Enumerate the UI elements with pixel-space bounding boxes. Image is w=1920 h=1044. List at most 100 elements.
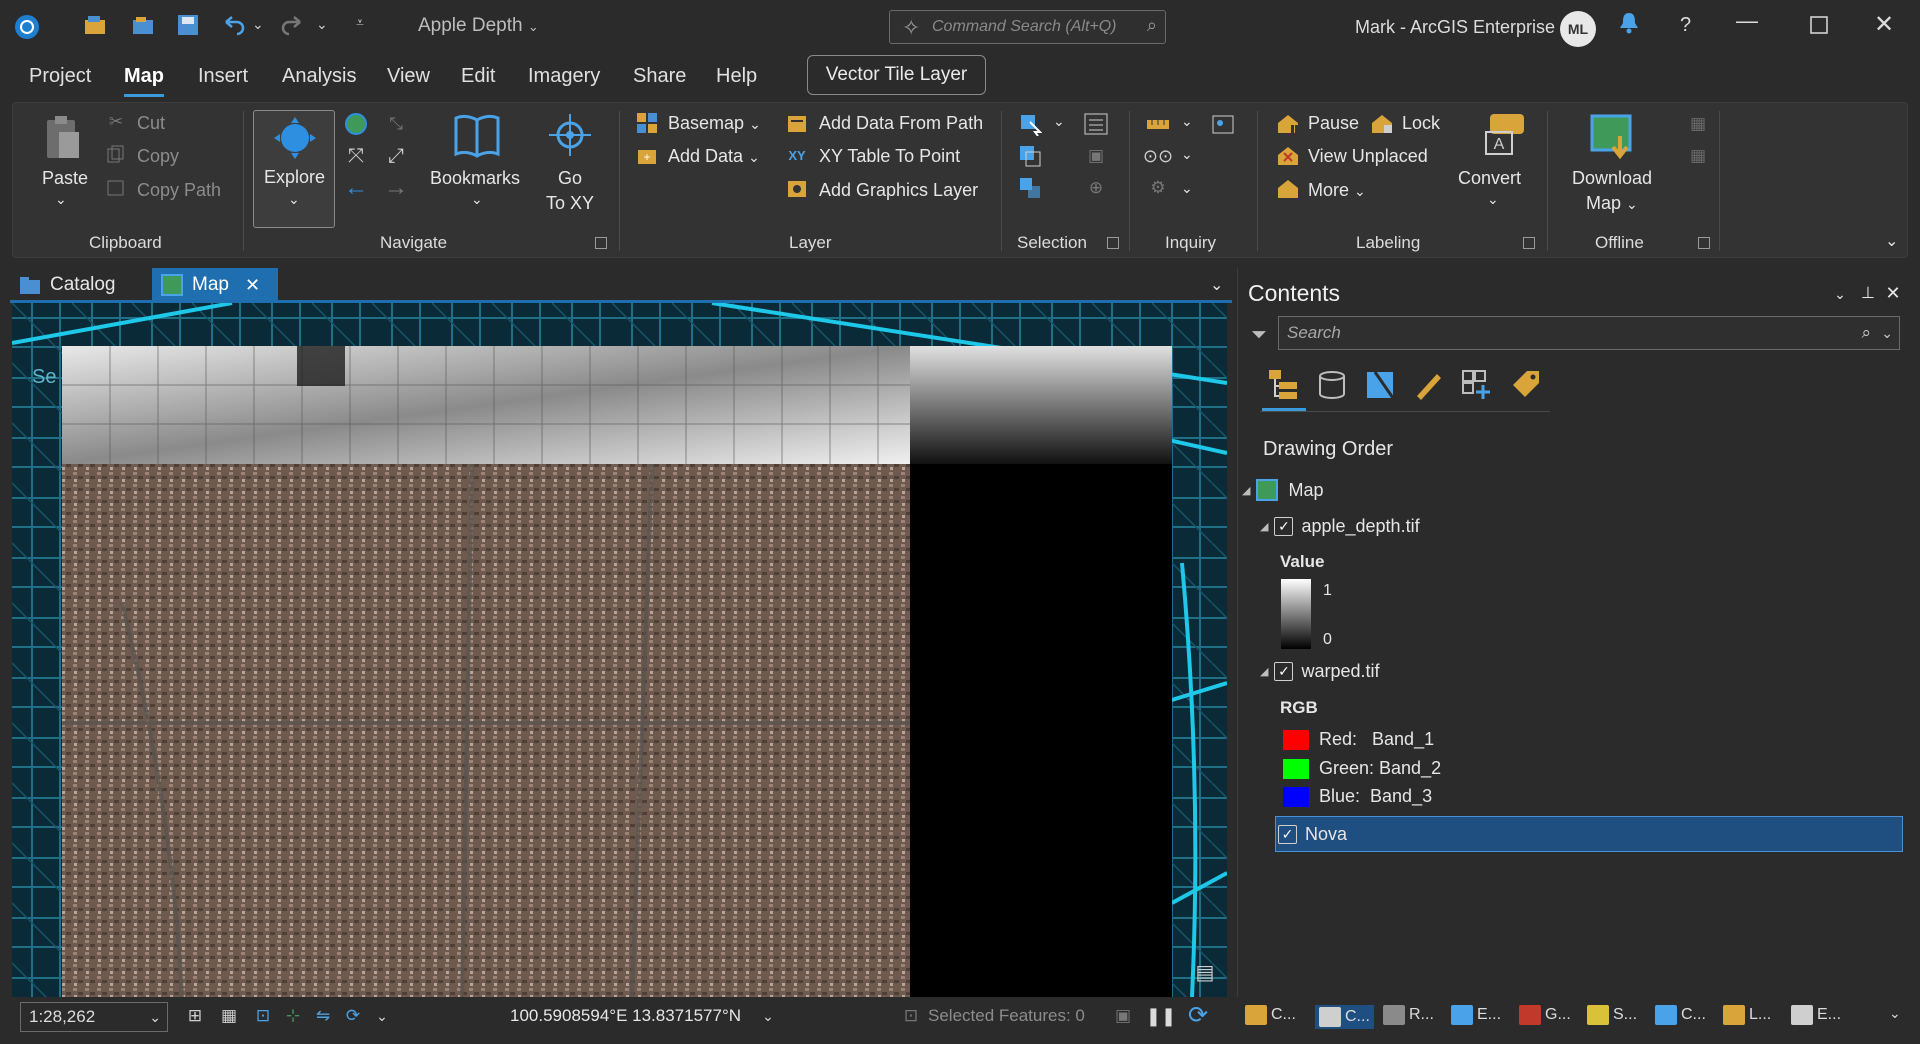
pane-tab-element[interactable]: E... <box>1791 1005 1841 1025</box>
more-labeling-button[interactable]: More ⌄ <box>1308 180 1366 201</box>
refresh-units-icon[interactable]: ⟳ <box>340 1003 366 1029</box>
convert-dropdown-icon[interactable]: ⌄ <box>1487 191 1499 208</box>
copy-button[interactable]: Copy <box>137 146 179 167</box>
collapse-triangle-icon[interactable]: ◢ <box>1260 665 1268 678</box>
full-extent-globe-icon[interactable] <box>343 111 369 137</box>
list-by-labeling-icon[interactable] <box>1508 368 1542 402</box>
constraints-icon[interactable]: ⊡ <box>250 1003 276 1029</box>
measure-dropdown-icon[interactable]: ⌄ <box>1181 113 1193 130</box>
select-by-attributes-icon[interactable] <box>1017 143 1043 169</box>
directions-dropdown-icon[interactable]: ⌄ <box>1181 180 1193 197</box>
add-data-from-path-button[interactable]: Add Data From Path <box>819 113 983 134</box>
tab-map[interactable]: Map <box>124 65 164 97</box>
measure-icon[interactable] <box>1145 111 1171 137</box>
minimize-icon[interactable]: — <box>1736 8 1758 34</box>
select-icon[interactable] <box>1017 111 1043 137</box>
contents-search-input[interactable]: Search ⌕ ⌄ <box>1278 316 1900 350</box>
pause-drawing-icon[interactable]: ❚❚ <box>1146 1003 1176 1029</box>
clear-selection-icon[interactable]: ▣ <box>1083 143 1109 169</box>
new-project-icon[interactable] <box>82 12 108 38</box>
close-pane-icon[interactable]: ✕ <box>1882 282 1904 304</box>
coordinate-dropdown-icon[interactable]: ⌄ <box>758 1003 778 1029</box>
map-view[interactable]: Se ▤ <box>12 303 1227 997</box>
pane-tab-catalog[interactable]: C... <box>1315 1005 1374 1029</box>
xy-table-to-point-button[interactable]: XY Table To Point <box>819 146 960 167</box>
bookmarks-button[interactable]: Bookmarks <box>430 168 520 189</box>
undo-icon[interactable] <box>220 12 246 38</box>
locate-icon[interactable] <box>1211 111 1237 137</box>
notifications-bell-icon[interactable] <box>1617 10 1641 42</box>
navigate-launcher-icon[interactable] <box>595 237 607 249</box>
copy-path-button[interactable]: Copy Path <box>137 180 221 201</box>
remove-offline-icon[interactable]: ▦ <box>1685 143 1711 169</box>
list-by-editing-icon[interactable] <box>1412 368 1444 402</box>
directions-icon[interactable]: ⚙ <box>1145 175 1171 201</box>
select-dropdown-icon[interactable]: ⌄ <box>1053 113 1065 130</box>
map-tool-icon[interactable]: ▤ <box>1190 958 1220 986</box>
layer-apple-depth[interactable]: ◢ ✓ apple_depth.tif <box>1260 516 1420 537</box>
list-by-snapping-icon[interactable] <box>1460 368 1494 402</box>
add-data-button[interactable]: Add Data ⌄ <box>668 146 760 167</box>
convert-labels-icon[interactable]: A <box>1481 111 1529 159</box>
next-extent-icon[interactable]: → <box>383 174 409 201</box>
attributes-icon[interactable] <box>1083 111 1109 137</box>
paste-button[interactable]: Paste <box>42 168 88 189</box>
undo-dropdown-icon[interactable]: ⌄ <box>252 16 264 33</box>
tab-project[interactable]: Project <box>29 65 91 88</box>
layer-visibility-checkbox[interactable]: ✓ <box>1274 662 1294 681</box>
tab-insert[interactable]: Insert <box>198 65 248 88</box>
pane-options-dropdown-icon[interactable]: ⌄ <box>1830 284 1850 304</box>
explore-button[interactable]: Explore ⌄ <box>253 110 335 228</box>
bookmarks-dropdown-icon[interactable]: ⌄ <box>471 191 483 208</box>
filter-icon[interactable]: ⏷ <box>1246 322 1272 348</box>
pane-tab-labeling[interactable]: L... <box>1723 1005 1771 1025</box>
user-portal-label[interactable]: Mark - ArcGIS Enterprise <box>1355 17 1555 38</box>
pin-icon[interactable]: ⊥ <box>1858 282 1878 304</box>
download-map-button-line1[interactable]: Download <box>1572 168 1652 189</box>
tab-map-view[interactable]: Map ✕ <box>152 268 278 302</box>
close-icon[interactable]: ✕ <box>1874 10 1894 39</box>
collapse-triangle-icon[interactable]: ◢ <box>1242 484 1250 497</box>
list-by-selection-icon[interactable] <box>1364 368 1396 402</box>
download-map-icon[interactable] <box>1587 111 1639 161</box>
refresh-icon[interactable]: ⟳ <box>1184 1001 1212 1029</box>
list-by-data-source-icon[interactable] <box>1316 368 1348 402</box>
zoom-out-fixed-icon[interactable]: ⤢ <box>383 143 409 169</box>
infographics-dropdown-icon[interactable]: ⌄ <box>1181 146 1193 163</box>
add-graphics-layer-button[interactable]: Add Graphics Layer <box>819 180 978 201</box>
infographics-binoculars-icon[interactable]: ⊙⊙ <box>1143 143 1173 169</box>
scale-selector[interactable]: 1:28,262 ⌄ <box>20 1002 168 1032</box>
map-canvas[interactable]: Se <box>12 303 1227 997</box>
layer-nova[interactable]: ✓ Nova <box>1278 824 1347 845</box>
save-project-icon[interactable] <box>175 12 201 38</box>
project-title[interactable]: Apple Depth ⌄ <box>418 15 539 37</box>
layer-warped[interactable]: ◢ ✓ warped.tif <box>1260 661 1380 682</box>
basemap-button[interactable]: Basemap ⌄ <box>668 113 761 134</box>
open-project-icon[interactable] <box>130 12 156 38</box>
cut-button[interactable]: Cut <box>137 113 165 134</box>
tab-help[interactable]: Help <box>716 65 757 88</box>
paste-icon[interactable] <box>41 113 85 163</box>
avatar[interactable]: ML <box>1560 11 1596 47</box>
layer-visibility-checkbox[interactable]: ✓ <box>1278 825 1297 844</box>
pane-tab-raster-functions[interactable]: R... <box>1383 1005 1434 1025</box>
pane-tab-symbology[interactable]: S... <box>1587 1005 1637 1025</box>
list-by-drawing-order-icon[interactable] <box>1266 366 1300 404</box>
command-search-input[interactable]: ✧ Command Search (Alt+Q) ⌕ <box>889 10 1166 44</box>
close-tab-icon[interactable]: ✕ <box>245 275 260 296</box>
tab-analysis[interactable]: Analysis <box>282 65 356 88</box>
customize-quick-access-icon[interactable]: ⩡ <box>356 14 364 31</box>
pane-tab-geoprocessing[interactable]: G... <box>1519 1005 1571 1025</box>
pane-tab-chart[interactable]: C... <box>1655 1005 1706 1025</box>
pane-tabs-overflow-icon[interactable]: ⌄ <box>1889 1005 1901 1022</box>
go-to-xy-button-line1[interactable]: Go <box>558 168 582 189</box>
fixed-zoom-icon[interactable]: ⤡ <box>383 111 409 137</box>
snapping-icon[interactable]: ⊞ <box>182 1003 208 1029</box>
selection-launcher-icon[interactable] <box>1107 237 1119 249</box>
layer-visibility-checkbox[interactable]: ✓ <box>1274 517 1294 536</box>
tab-share[interactable]: Share <box>633 65 686 88</box>
tab-catalog[interactable]: Catalog <box>10 268 150 302</box>
rotation-icon[interactable]: ⇋ <box>310 1003 336 1029</box>
table-icon[interactable]: ▣ <box>1110 1003 1136 1029</box>
pause-labeling-button[interactable]: Pause <box>1308 113 1359 134</box>
